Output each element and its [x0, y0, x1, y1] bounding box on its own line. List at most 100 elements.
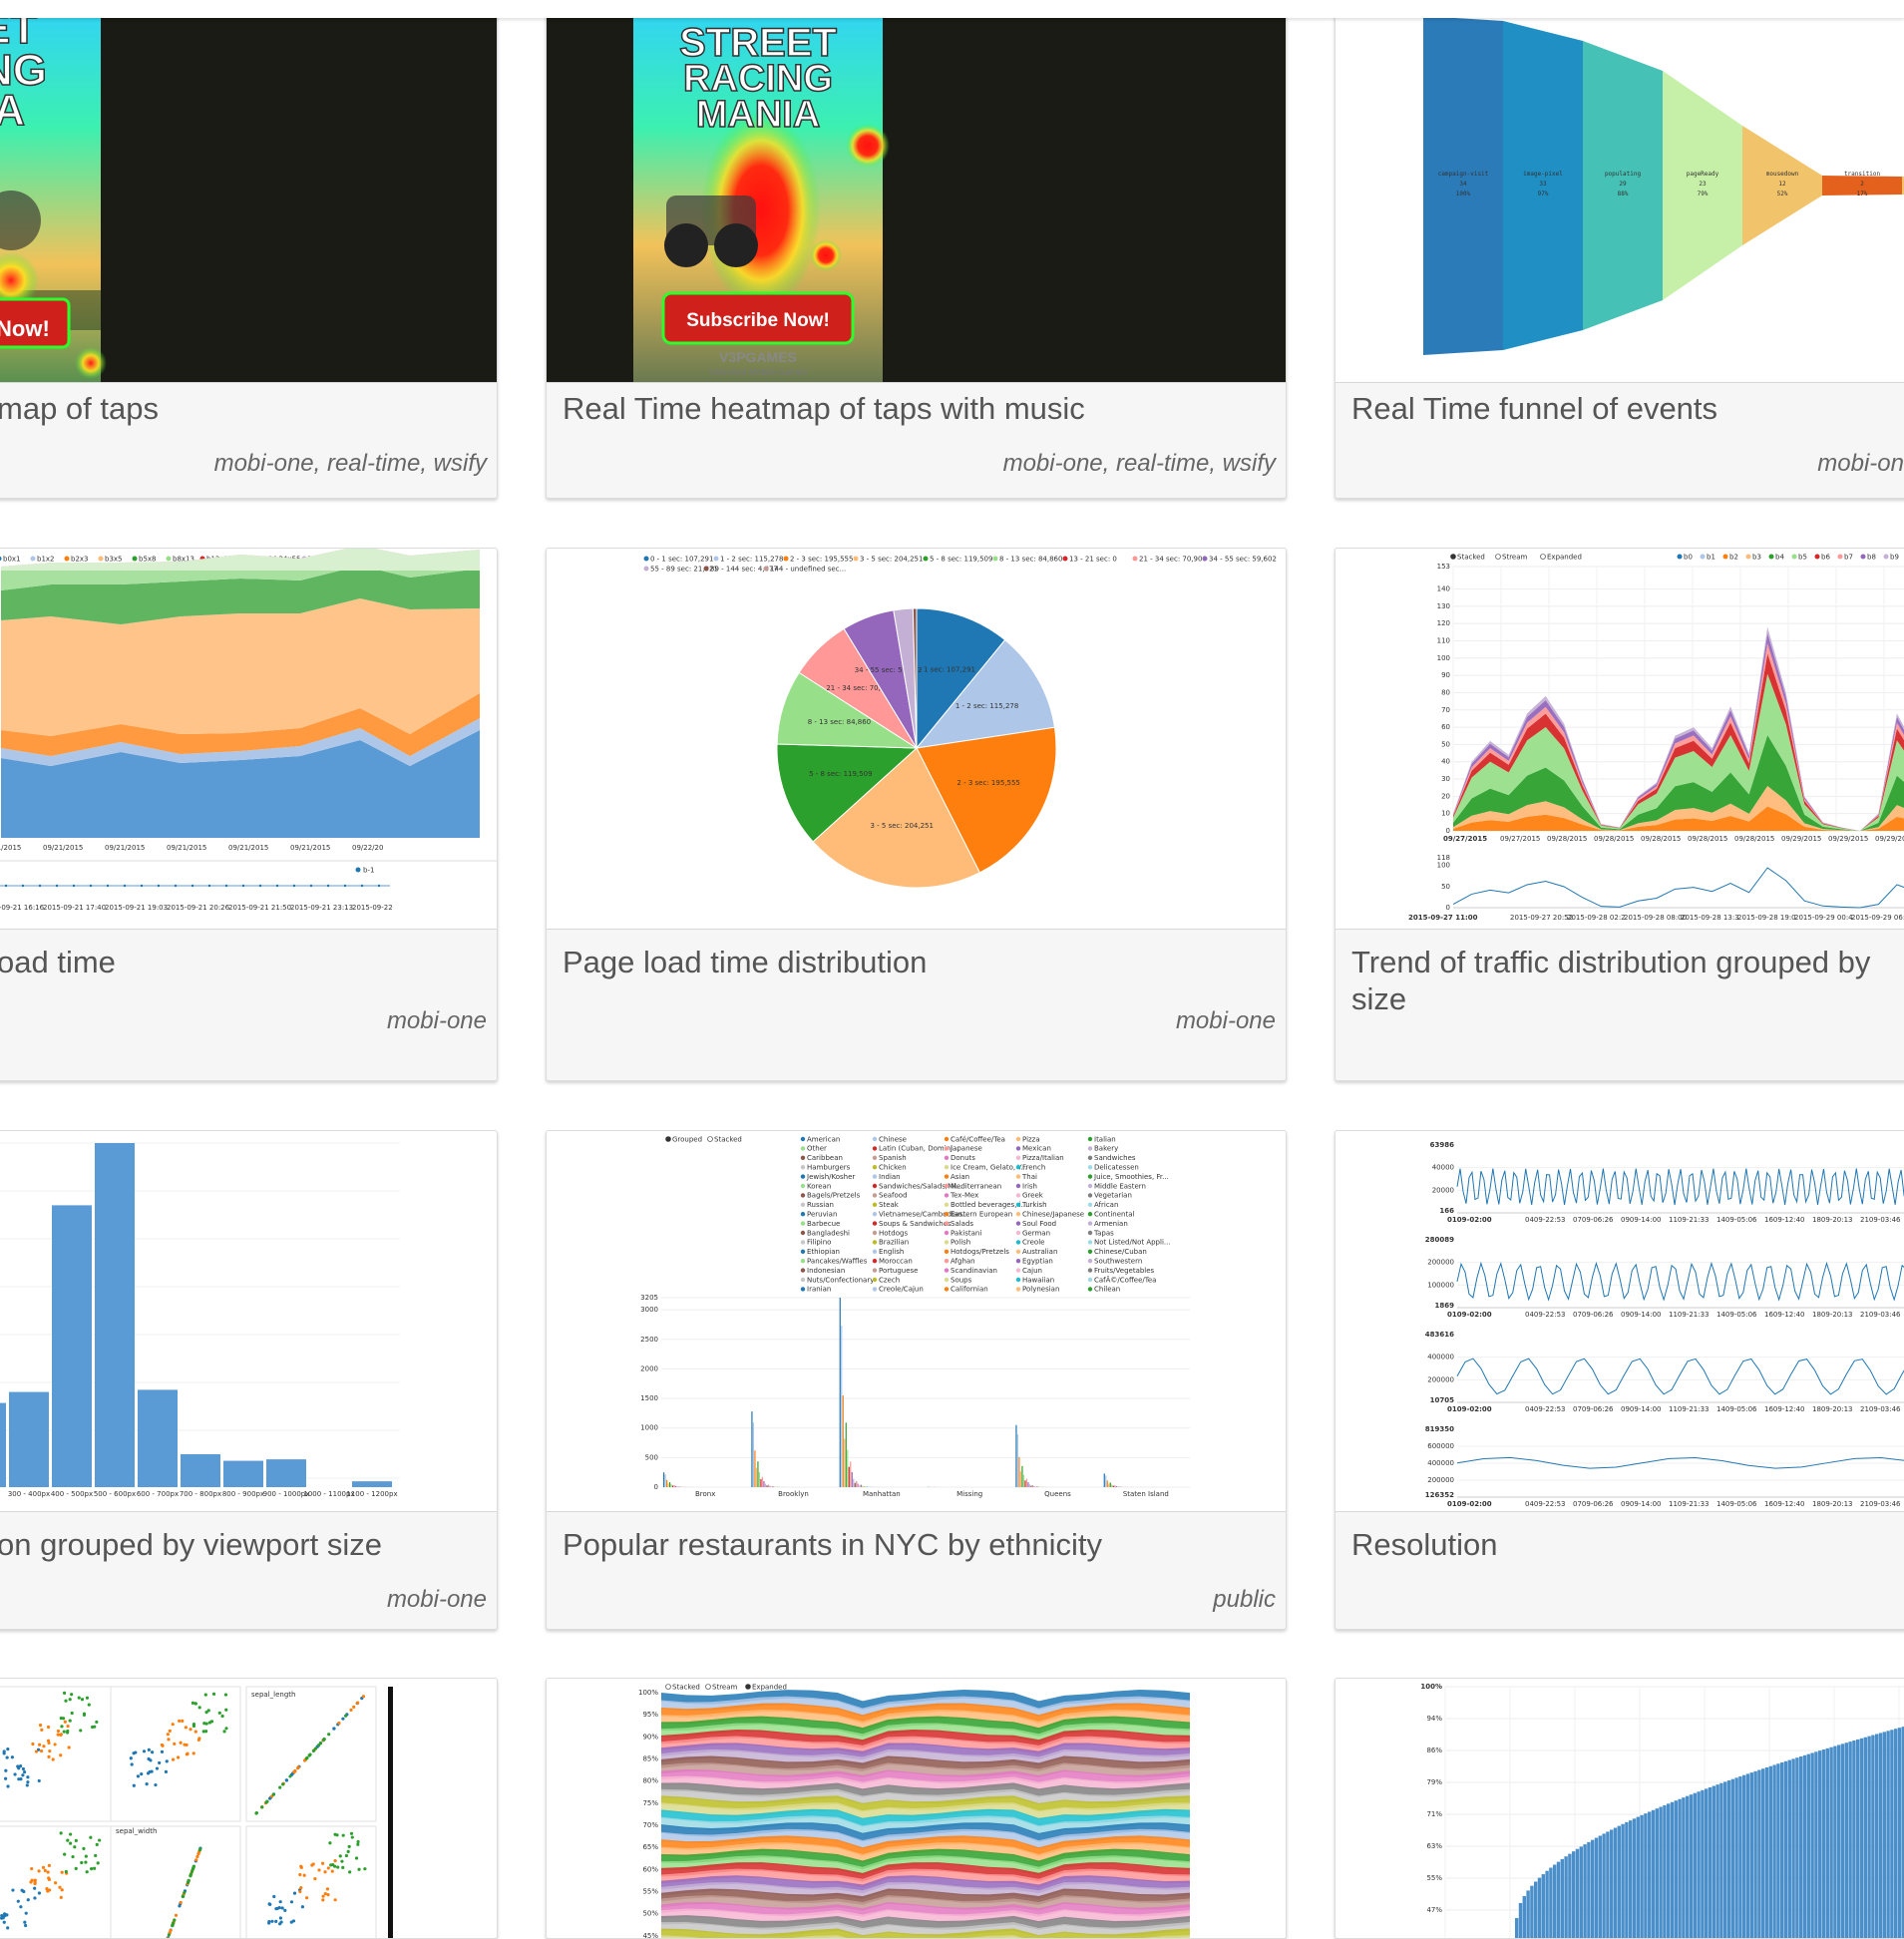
scatter-point [69, 1842, 72, 1845]
legend-label: b3x5 [105, 556, 123, 564]
scatter-point [151, 1750, 154, 1753]
legend-dot [993, 557, 998, 562]
focus-point [141, 885, 143, 887]
card-funnel-events[interactable]: campaign-visit34100%image-pixel3397%popu… [1334, 0, 1904, 499]
legend-dot [1088, 1259, 1092, 1263]
card-resolution[interactable]: 6398616640000200000109-02:000409-22:5307… [1334, 1130, 1904, 1630]
scatter-point [6, 1755, 9, 1758]
y-tick-label: 400000 [1427, 1459, 1454, 1467]
card-scatter-matrix[interactable]: sepal_lengthsepal_width [0, 1678, 498, 1939]
legend-dot [1016, 1259, 1020, 1263]
x-tick-label: 09/28/2015 [1688, 835, 1727, 843]
card-load-time[interactable]: b0x1b1x2b2x3b3x5b5x8b8x13b13x21b21x34b34… [0, 548, 498, 1081]
focus-x-label: 2015-09-21 20:26 [167, 904, 230, 912]
focus-point [175, 885, 177, 887]
legend-dot [714, 557, 719, 562]
legend-dot [945, 1259, 949, 1263]
bar [1105, 1475, 1106, 1487]
bar [1886, 1731, 1889, 1938]
legend-dot [1016, 1156, 1020, 1160]
x-tick-label: 1409-05:06 [1716, 1311, 1757, 1319]
bar [840, 1298, 841, 1487]
legend-label: Jewish/Kosher [806, 1173, 855, 1181]
scatter-point [151, 1770, 154, 1773]
card-viewport-size[interactable]: 300 - 400px400 - 500px500 - 600px600 - 7… [0, 1130, 498, 1630]
bar [1822, 1749, 1825, 1938]
scatter-point [134, 1750, 137, 1753]
scatter-point [182, 1895, 185, 1898]
legend-dot [873, 1231, 877, 1235]
bar [756, 1468, 757, 1487]
bar [1829, 1747, 1832, 1938]
scatter-point [96, 1843, 99, 1846]
legend-dot [1016, 1287, 1020, 1291]
bar [1791, 1758, 1794, 1938]
cumulative-bar-chart: 100%94%86%79%71%63%55%47% [1335, 1679, 1904, 1938]
legend-label: 0 - 1 sec: 107,291 [650, 556, 713, 564]
scatter-point [47, 1876, 50, 1879]
card-expanded-stream[interactable]: StackedStreamExpanded40%45%50%55%60%65%7… [546, 1678, 1287, 1939]
control-label: Expanded [1547, 554, 1582, 562]
focus-y-label: 50 [1441, 883, 1450, 891]
scatter-point [11, 1755, 14, 1758]
bar [1017, 1434, 1018, 1487]
bar [1545, 1871, 1548, 1938]
scatter-point [3, 1921, 6, 1924]
bar [769, 1486, 770, 1487]
card-nyc-restaurants[interactable]: GroupedStackedAmericanChineseCafé/Coffee… [546, 1130, 1287, 1630]
scatter-point [340, 1860, 343, 1863]
x-tick-label: 0709-06:26 [1573, 1500, 1614, 1508]
scatter-point [356, 1843, 359, 1846]
bar [1746, 1773, 1749, 1938]
legend-label: Bakery [1094, 1145, 1118, 1153]
legend-label: Californian [951, 1286, 988, 1294]
y-tick-label: 30 [1441, 775, 1450, 783]
card-title: map of taps [0, 390, 483, 427]
legend-dot [1088, 1137, 1092, 1141]
legend-dot [873, 1174, 877, 1178]
bar [1675, 1800, 1678, 1938]
legend-dot [704, 567, 709, 572]
focus-point [22, 885, 24, 887]
bar [1784, 1761, 1787, 1938]
scatter-point [285, 1778, 288, 1781]
bar [1030, 1486, 1031, 1487]
scatter-point [70, 1693, 73, 1696]
bar [1027, 1482, 1028, 1487]
series-line [1457, 1169, 1904, 1205]
x-tick-label: 900 - 1000px [263, 1490, 310, 1498]
card-page-load-distribution[interactable]: 0 - 1 sec: 107,2911 - 2 sec: 115,2782 - … [546, 548, 1287, 1081]
series-line [1457, 1264, 1904, 1300]
bar [1667, 1803, 1670, 1938]
legend-label: Turkish [1021, 1201, 1047, 1209]
legend-dot [1088, 1203, 1092, 1207]
card-title: Resolution [1351, 1526, 1904, 1563]
scatter-point [191, 1702, 194, 1705]
x-tick-label: 0709-06:26 [1573, 1405, 1614, 1413]
bar [861, 1485, 862, 1487]
scatter-point [221, 1715, 224, 1718]
card-heatmap-taps-music[interactable]: STREET RACING MANIA Subscribe Now! V3PGA… [546, 0, 1287, 499]
scatter-point [194, 1858, 197, 1861]
bar [1018, 1457, 1019, 1487]
legend-label: Indonesian [807, 1267, 845, 1275]
scatter-point [140, 1772, 143, 1775]
scatter-point [69, 1720, 72, 1723]
bar [1595, 1838, 1598, 1938]
card-thumbnail: b0x1b1x2b2x3b3x5b5x8b8x13b13x21b21x34b34… [0, 549, 497, 930]
card-heatmap-taps[interactable]: Now! ET NG IA map of taps mobi-one, real… [0, 0, 498, 499]
scatter-point [204, 1730, 207, 1733]
bar [1799, 1756, 1802, 1938]
scatter-point [88, 1703, 91, 1706]
legend-dot [1088, 1278, 1092, 1282]
x-tick-label: 09/27/2015 [1500, 835, 1540, 843]
card-thumbnail: StackedStreamExpandedb0b1b2b3b4b5b6b7b8b… [1335, 549, 1904, 930]
bar [1519, 1903, 1522, 1938]
card-cumulative[interactable]: 100%94%86%79%71%63%55%47% [1334, 1678, 1904, 1939]
scatter-point [73, 1845, 76, 1848]
bar [1591, 1840, 1594, 1938]
control-radio [746, 1685, 751, 1690]
card-traffic-trend[interactable]: StackedStreamExpandedb0b1b2b3b4b5b6b7b8b… [1334, 548, 1904, 1081]
bar [847, 1450, 848, 1487]
bar [1682, 1797, 1685, 1938]
